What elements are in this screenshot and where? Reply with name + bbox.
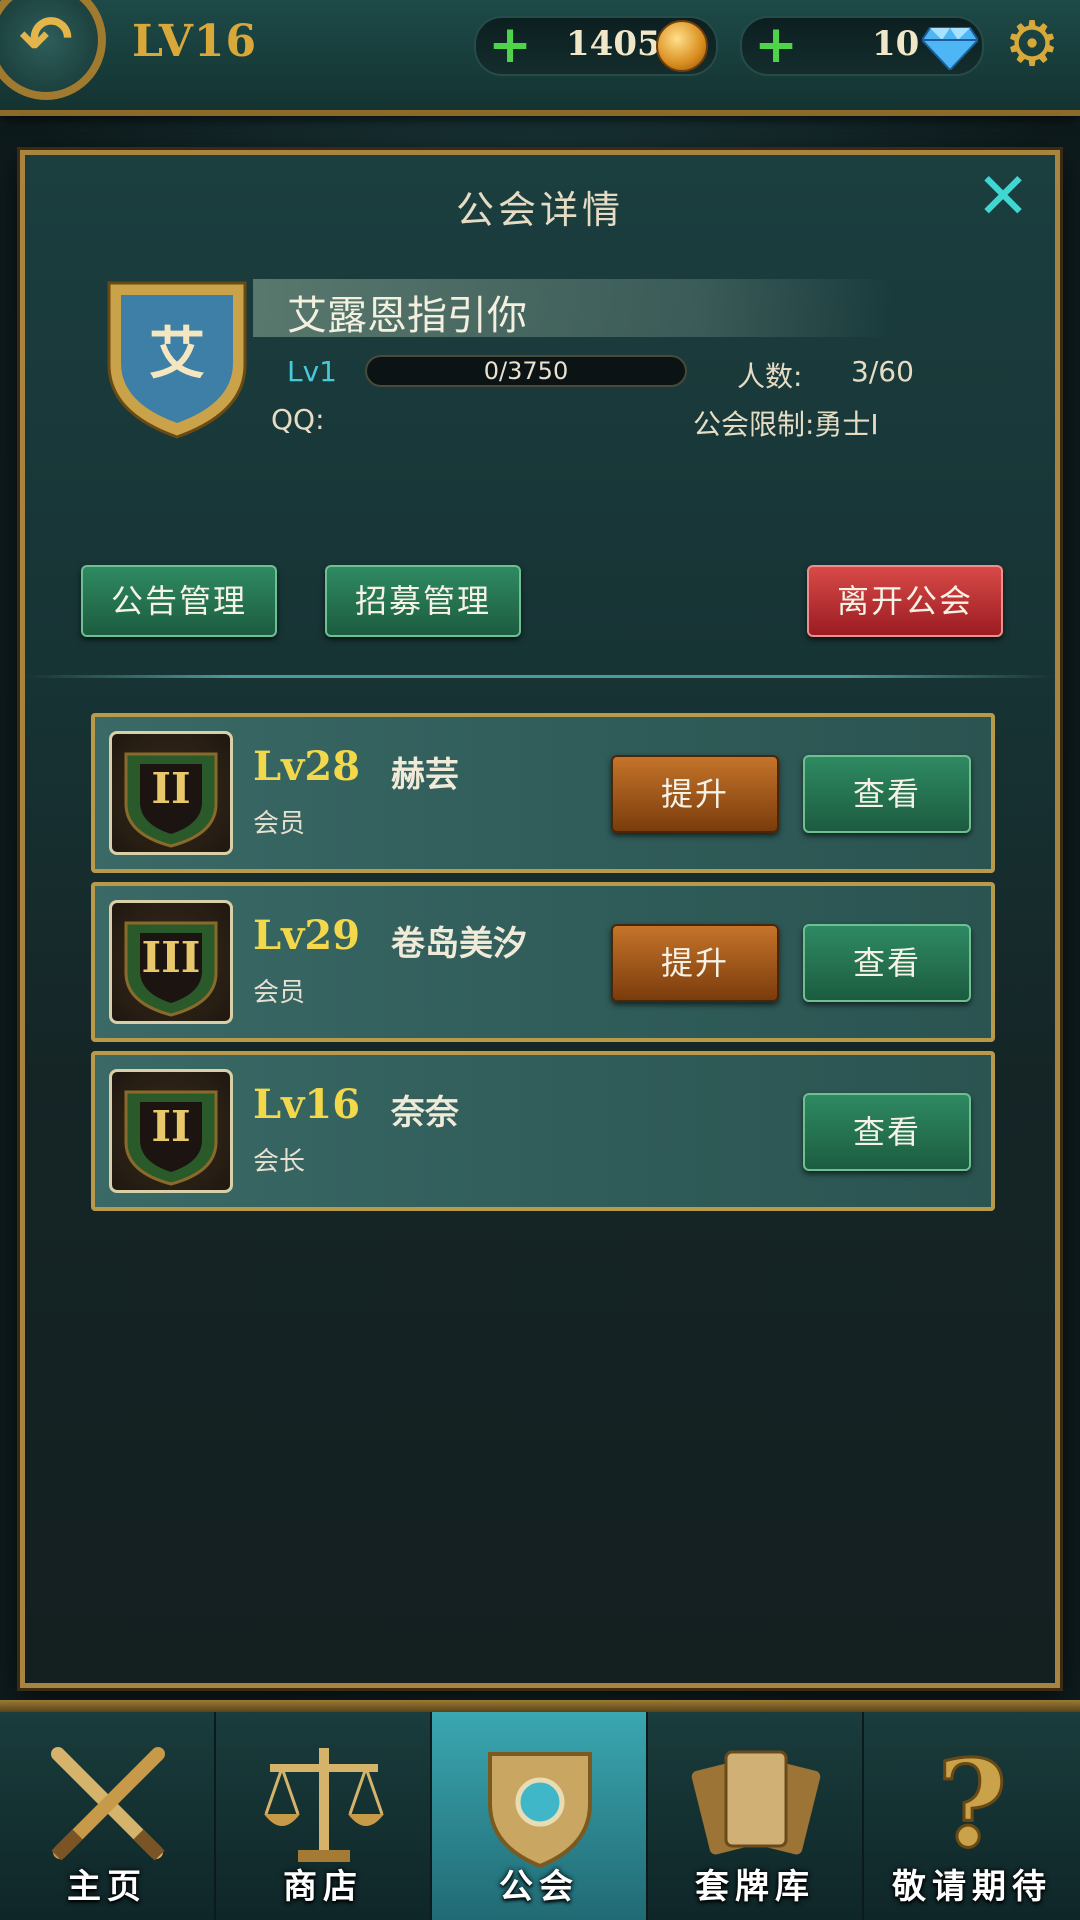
rank-numeral: III xyxy=(141,933,201,982)
diamond-icon xyxy=(922,27,978,70)
nav-item-shop[interactable]: 商店 xyxy=(216,1712,432,1920)
announcement-manage-button[interactable]: 公告管理 xyxy=(81,565,277,637)
qq-label: QQ: xyxy=(271,403,325,436)
members-count: 3/60 xyxy=(851,355,914,388)
rank-badge: III xyxy=(109,900,233,1024)
question-mark-icon: ? xyxy=(935,1734,1008,1874)
panel-title: 公会详情 xyxy=(455,188,624,232)
diamond-counter: + 10 xyxy=(740,16,984,76)
promote-button[interactable]: 提升 xyxy=(611,755,779,833)
svg-text:?: ? xyxy=(937,1734,1007,1874)
leave-guild-button[interactable]: 离开公会 xyxy=(807,565,1003,637)
add-diamond-button[interactable]: + xyxy=(752,19,800,71)
guild-emblem-icon xyxy=(488,1752,592,1869)
gold-value: 1405 xyxy=(566,24,661,64)
nav-item-coming-soon[interactable]: ? 敬请期待 xyxy=(864,1712,1080,1920)
settings-gear-icon[interactable]: ⚙ xyxy=(1000,12,1064,76)
gold-coin-icon xyxy=(656,20,708,72)
member-role: 会长 xyxy=(253,1147,306,1177)
nav-label: 主页 xyxy=(67,1867,147,1907)
guild-xp-bar: 0/3750 xyxy=(365,355,687,387)
gold-counter: + 1405 xyxy=(474,16,718,76)
scales-icon xyxy=(264,1748,384,1862)
nav-item-guild[interactable]: 公会 xyxy=(432,1712,648,1920)
rank-badge: II xyxy=(109,1069,233,1193)
member-role: 会员 xyxy=(253,809,306,839)
member-level: Lv16 xyxy=(253,1081,361,1128)
member-name: 赫芸 xyxy=(391,755,459,795)
rank-badge: II xyxy=(109,731,233,855)
back-arrow-icon: ↶ xyxy=(19,3,73,77)
member-level: Lv28 xyxy=(253,743,361,790)
guild-details-panel: 公会详情 ✕ 艾 艾露恩指引你 Lv1 0/3750 人数: 3/60 QQ: … xyxy=(20,150,1060,1688)
rank-numeral: II xyxy=(151,764,191,813)
nav-label: 套牌库 xyxy=(695,1867,815,1907)
nav-label: 公会 xyxy=(499,1867,579,1907)
view-button[interactable]: 查看 xyxy=(803,755,971,833)
rank-numeral: II xyxy=(151,1102,191,1151)
add-gold-button[interactable]: + xyxy=(486,19,534,71)
guild-xp-text: 0/3750 xyxy=(483,357,569,385)
guild-limit: 公会限制:勇士Ⅰ xyxy=(693,408,879,441)
section-divider xyxy=(25,675,1055,678)
player-level: LV16 xyxy=(132,16,258,67)
bottom-nav: 主页 商店 公会 套牌库 ? 敬请期待 xyxy=(0,1712,1080,1920)
member-row: III Lv29 卷岛美汐 会员 提升 查看 xyxy=(91,882,995,1042)
nav-label: 敬请期待 xyxy=(892,1867,1052,1907)
promote-button[interactable]: 提升 xyxy=(611,924,779,1002)
card-deck-icon xyxy=(691,1750,821,1855)
members-label: 人数: xyxy=(737,360,803,393)
view-button[interactable]: 查看 xyxy=(803,1093,971,1171)
diamond-value: 10 xyxy=(872,24,920,64)
nav-item-home[interactable]: 主页 xyxy=(0,1712,216,1920)
member-name: 卷岛美汐 xyxy=(391,924,527,964)
emblem-character: 艾 xyxy=(149,321,205,387)
member-row: II Lv28 赫芸 会员 提升 查看 xyxy=(91,713,995,873)
nav-item-deck[interactable]: 套牌库 xyxy=(648,1712,864,1920)
top-bar: ↶ LV16 + 1405 + 10 ⚙ xyxy=(0,0,1080,116)
guild-emblem-shield: 艾 xyxy=(107,281,247,439)
close-icon[interactable]: ✕ xyxy=(973,165,1033,229)
guild-name: 艾露恩指引你 xyxy=(287,293,527,339)
back-button[interactable]: ↶ xyxy=(0,0,106,100)
member-level: Lv29 xyxy=(253,912,361,959)
member-role: 会员 xyxy=(253,978,306,1008)
member-row: II Lv16 奈奈 会长 查看 xyxy=(91,1051,995,1211)
crossed-swords-icon xyxy=(51,1747,165,1861)
recruit-manage-button[interactable]: 招募管理 xyxy=(325,565,521,637)
view-button[interactable]: 查看 xyxy=(803,924,971,1002)
member-name: 奈奈 xyxy=(391,1093,459,1133)
nav-top-border xyxy=(0,1700,1080,1712)
nav-label: 商店 xyxy=(283,1867,363,1907)
guild-level: Lv1 xyxy=(287,355,337,388)
